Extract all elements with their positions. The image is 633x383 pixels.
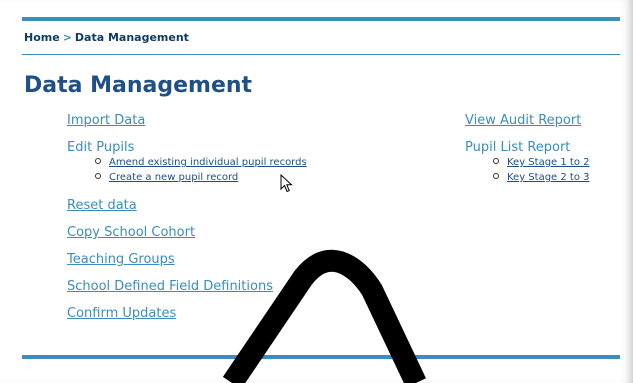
- list-item: Create a new pupil record: [95, 170, 307, 185]
- breadcrumb-home-link[interactable]: Home: [24, 31, 60, 44]
- bullet-icon: [95, 173, 101, 179]
- copy-school-cohort-link[interactable]: Copy School Cohort: [67, 225, 195, 240]
- list-item: Amend existing individual pupil records: [95, 155, 307, 170]
- bottom-divider: [22, 355, 620, 359]
- breadcrumb-current: Data Management: [74, 31, 189, 44]
- mouse-pointer-icon: [280, 174, 293, 193]
- confirm-updates-link[interactable]: Confirm Updates: [67, 306, 176, 321]
- breadcrumb-separator: >: [62, 31, 72, 44]
- bullet-icon: [493, 158, 499, 164]
- school-defined-fields-link[interactable]: School Defined Field Definitions: [67, 279, 273, 294]
- watermark-graphic: [222, 249, 426, 383]
- bullet-icon: [95, 158, 101, 164]
- edit-pupils-sublist: Amend existing individual pupil records …: [95, 155, 307, 185]
- create-pupil-record-link[interactable]: Create a new pupil record: [109, 172, 238, 183]
- breadcrumb-divider: [22, 54, 620, 55]
- top-divider: [22, 17, 620, 21]
- bullet-icon: [493, 173, 499, 179]
- teaching-groups-link[interactable]: Teaching Groups: [67, 252, 175, 267]
- view-audit-report-link[interactable]: View Audit Report: [465, 113, 581, 128]
- key-stage-1-to-2-link[interactable]: Key Stage 1 to 2: [507, 157, 590, 168]
- amend-pupil-records-link[interactable]: Amend existing individual pupil records: [109, 157, 307, 168]
- page-title: Data Management: [24, 73, 253, 98]
- page: Home > Data Management Data Management Imp…: [0, 0, 633, 383]
- pupil-list-report-heading: Pupil List Report: [465, 140, 571, 155]
- list-item: Key Stage 2 to 3: [493, 170, 590, 185]
- reset-data-link[interactable]: Reset data: [67, 198, 137, 213]
- list-item: Key Stage 1 to 2: [493, 155, 590, 170]
- edit-pupils-heading: Edit Pupils: [67, 140, 135, 155]
- pupil-list-sublist: Key Stage 1 to 2 Key Stage 2 to 3: [493, 155, 590, 185]
- key-stage-2-to-3-link[interactable]: Key Stage 2 to 3: [507, 172, 590, 183]
- import-data-link[interactable]: Import Data: [67, 113, 145, 128]
- breadcrumb: Home > Data Management: [24, 31, 189, 44]
